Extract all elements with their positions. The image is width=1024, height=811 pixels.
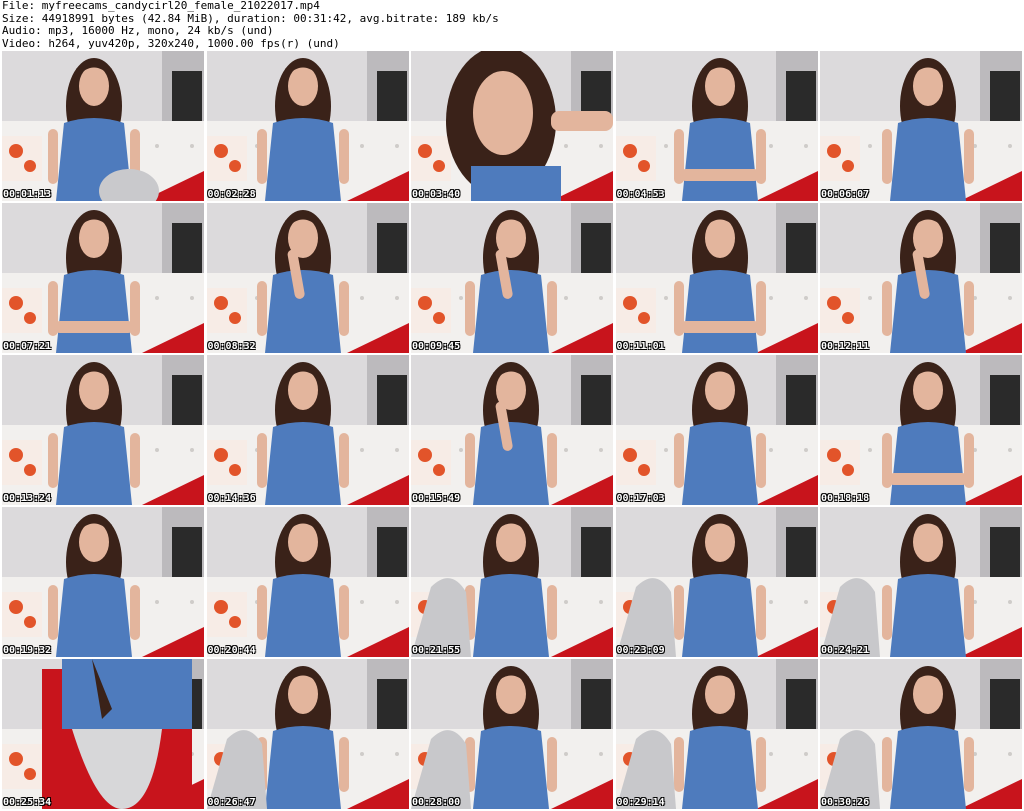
video-thumbnail: 00:26:47: [206, 659, 409, 809]
thumbnail-frame-image: [411, 203, 613, 353]
video-thumbnail: 00:14:36: [206, 355, 409, 505]
thumbnail-frame-image: [2, 659, 204, 809]
video-thumbnail: 00:08:32: [206, 203, 409, 353]
thumbnail-timestamp: 00:03:40: [412, 189, 461, 200]
thumbnail-frame-image: [820, 659, 1022, 809]
video-thumbnail: 00:23:09: [615, 507, 818, 657]
thumbnail-timestamp: 00:20:44: [207, 645, 256, 656]
video-thumbnail: 00:02:28: [206, 51, 409, 201]
thumbnail-timestamp: 00:07:21: [3, 341, 52, 352]
video-thumbnail: 00:17:03: [615, 355, 818, 505]
video-thumbnail: 00:18:18: [820, 355, 1022, 505]
video-thumbnail: 00:24:21: [820, 507, 1022, 657]
video-thumbnail: 00:11:01: [615, 203, 818, 353]
thumbnail-timestamp: 00:17:03: [616, 493, 665, 504]
video-thumbnail: 00:20:44: [206, 507, 409, 657]
thumbnail-frame-image: [411, 507, 613, 657]
file-name-line: File: myfreecams_candycirl20_female_2102…: [2, 0, 320, 12]
thumbnail-timestamp: 00:29:14: [616, 797, 665, 808]
video-thumbnail: 00:21:55: [411, 507, 613, 657]
thumbnail-timestamp: 00:26:47: [207, 797, 256, 808]
video-thumbnail: 00:13:24: [2, 355, 204, 505]
thumbnail-frame-image: [206, 355, 409, 505]
video-thumbnail: 00:12:11: [820, 203, 1022, 353]
thumbnail-timestamp: 00:04:53: [616, 189, 665, 200]
video-thumbnail: 00:09:45: [411, 203, 613, 353]
thumbnail-timestamp: 00:01:13: [3, 189, 52, 200]
video-thumbnail: 00:06:07: [820, 51, 1022, 201]
thumbnail-timestamp: 00:13:24: [3, 493, 52, 504]
thumbnail-frame-image: [411, 659, 613, 809]
video-thumbnail: 00:28:00: [411, 659, 613, 809]
video-thumbnail: 00:01:13: [2, 51, 204, 201]
thumbnail-timestamp: 00:28:00: [412, 797, 461, 808]
thumbnail-frame-image: [820, 507, 1022, 657]
thumbnail-timestamp: 00:12:11: [821, 341, 870, 352]
thumbnail-timestamp: 00:11:01: [616, 341, 665, 352]
video-thumbnail: 00:30:26: [820, 659, 1022, 809]
file-info-header: File: myfreecams_candycirl20_female_2102…: [2, 0, 1022, 50]
video-thumbnail: 00:04:53: [615, 51, 818, 201]
thumbnail-timestamp: 00:14:36: [207, 493, 256, 504]
video-thumbnail: 00:19:32: [2, 507, 204, 657]
thumbnail-frame-image: [615, 659, 818, 809]
thumbnail-frame-image: [2, 203, 204, 353]
thumbnail-frame-image: [615, 203, 818, 353]
thumbnail-frame-image: [2, 355, 204, 505]
thumbnail-frame-image: [411, 355, 613, 505]
thumbnail-timestamp: 00:25:34: [3, 797, 52, 808]
video-thumbnail: 00:07:21: [2, 203, 204, 353]
thumbnail-timestamp: 00:06:07: [821, 189, 870, 200]
thumbnail-frame-image: [411, 51, 613, 201]
thumbnail-timestamp: 00:18:18: [821, 493, 870, 504]
thumbnail-frame-image: [820, 355, 1022, 505]
thumbnail-frame-image: [206, 659, 409, 809]
thumbnail-frame-image: [615, 51, 818, 201]
thumbnail-timestamp: 00:15:49: [412, 493, 461, 504]
thumbnail-frame-image: [615, 355, 818, 505]
thumbnail-frame-image: [820, 203, 1022, 353]
thumbnail-frame-image: [2, 507, 204, 657]
thumbnail-frame-image: [206, 203, 409, 353]
thumbnail-timestamp: 00:30:26: [821, 797, 870, 808]
thumbnail-timestamp: 00:02:28: [207, 189, 256, 200]
thumbnail-timestamp: 00:09:45: [412, 341, 461, 352]
thumbnail-timestamp: 00:08:32: [207, 341, 256, 352]
audio-info-line: Audio: mp3, 16000 Hz, mono, 24 kb/s (und…: [2, 24, 274, 37]
thumbnail-frame-image: [206, 507, 409, 657]
thumbnail-frame-image: [615, 507, 818, 657]
video-thumbnail: 00:25:34: [2, 659, 204, 809]
thumbnail-frame-image: [206, 51, 409, 201]
thumbnail-timestamp: 00:21:55: [412, 645, 461, 656]
video-thumbnail: 00:03:40: [411, 51, 613, 201]
thumbnail-timestamp: 00:23:09: [616, 645, 665, 656]
video-thumbnail: 00:15:49: [411, 355, 613, 505]
thumbnail-timestamp: 00:19:32: [3, 645, 52, 656]
thumbnail-timestamp: 00:24:21: [821, 645, 870, 656]
thumbnail-frame-image: [820, 51, 1022, 201]
video-info-line: Video: h264, yuv420p, 320x240, 1000.00 f…: [2, 36, 340, 50]
thumbnail-grid: 00:01:13 00:02:28 00:03:40 00:04:53 00:06:07…: [2, 51, 1022, 809]
thumbnail-frame-image: [2, 51, 204, 201]
video-thumbnail: 00:29:14: [615, 659, 818, 809]
